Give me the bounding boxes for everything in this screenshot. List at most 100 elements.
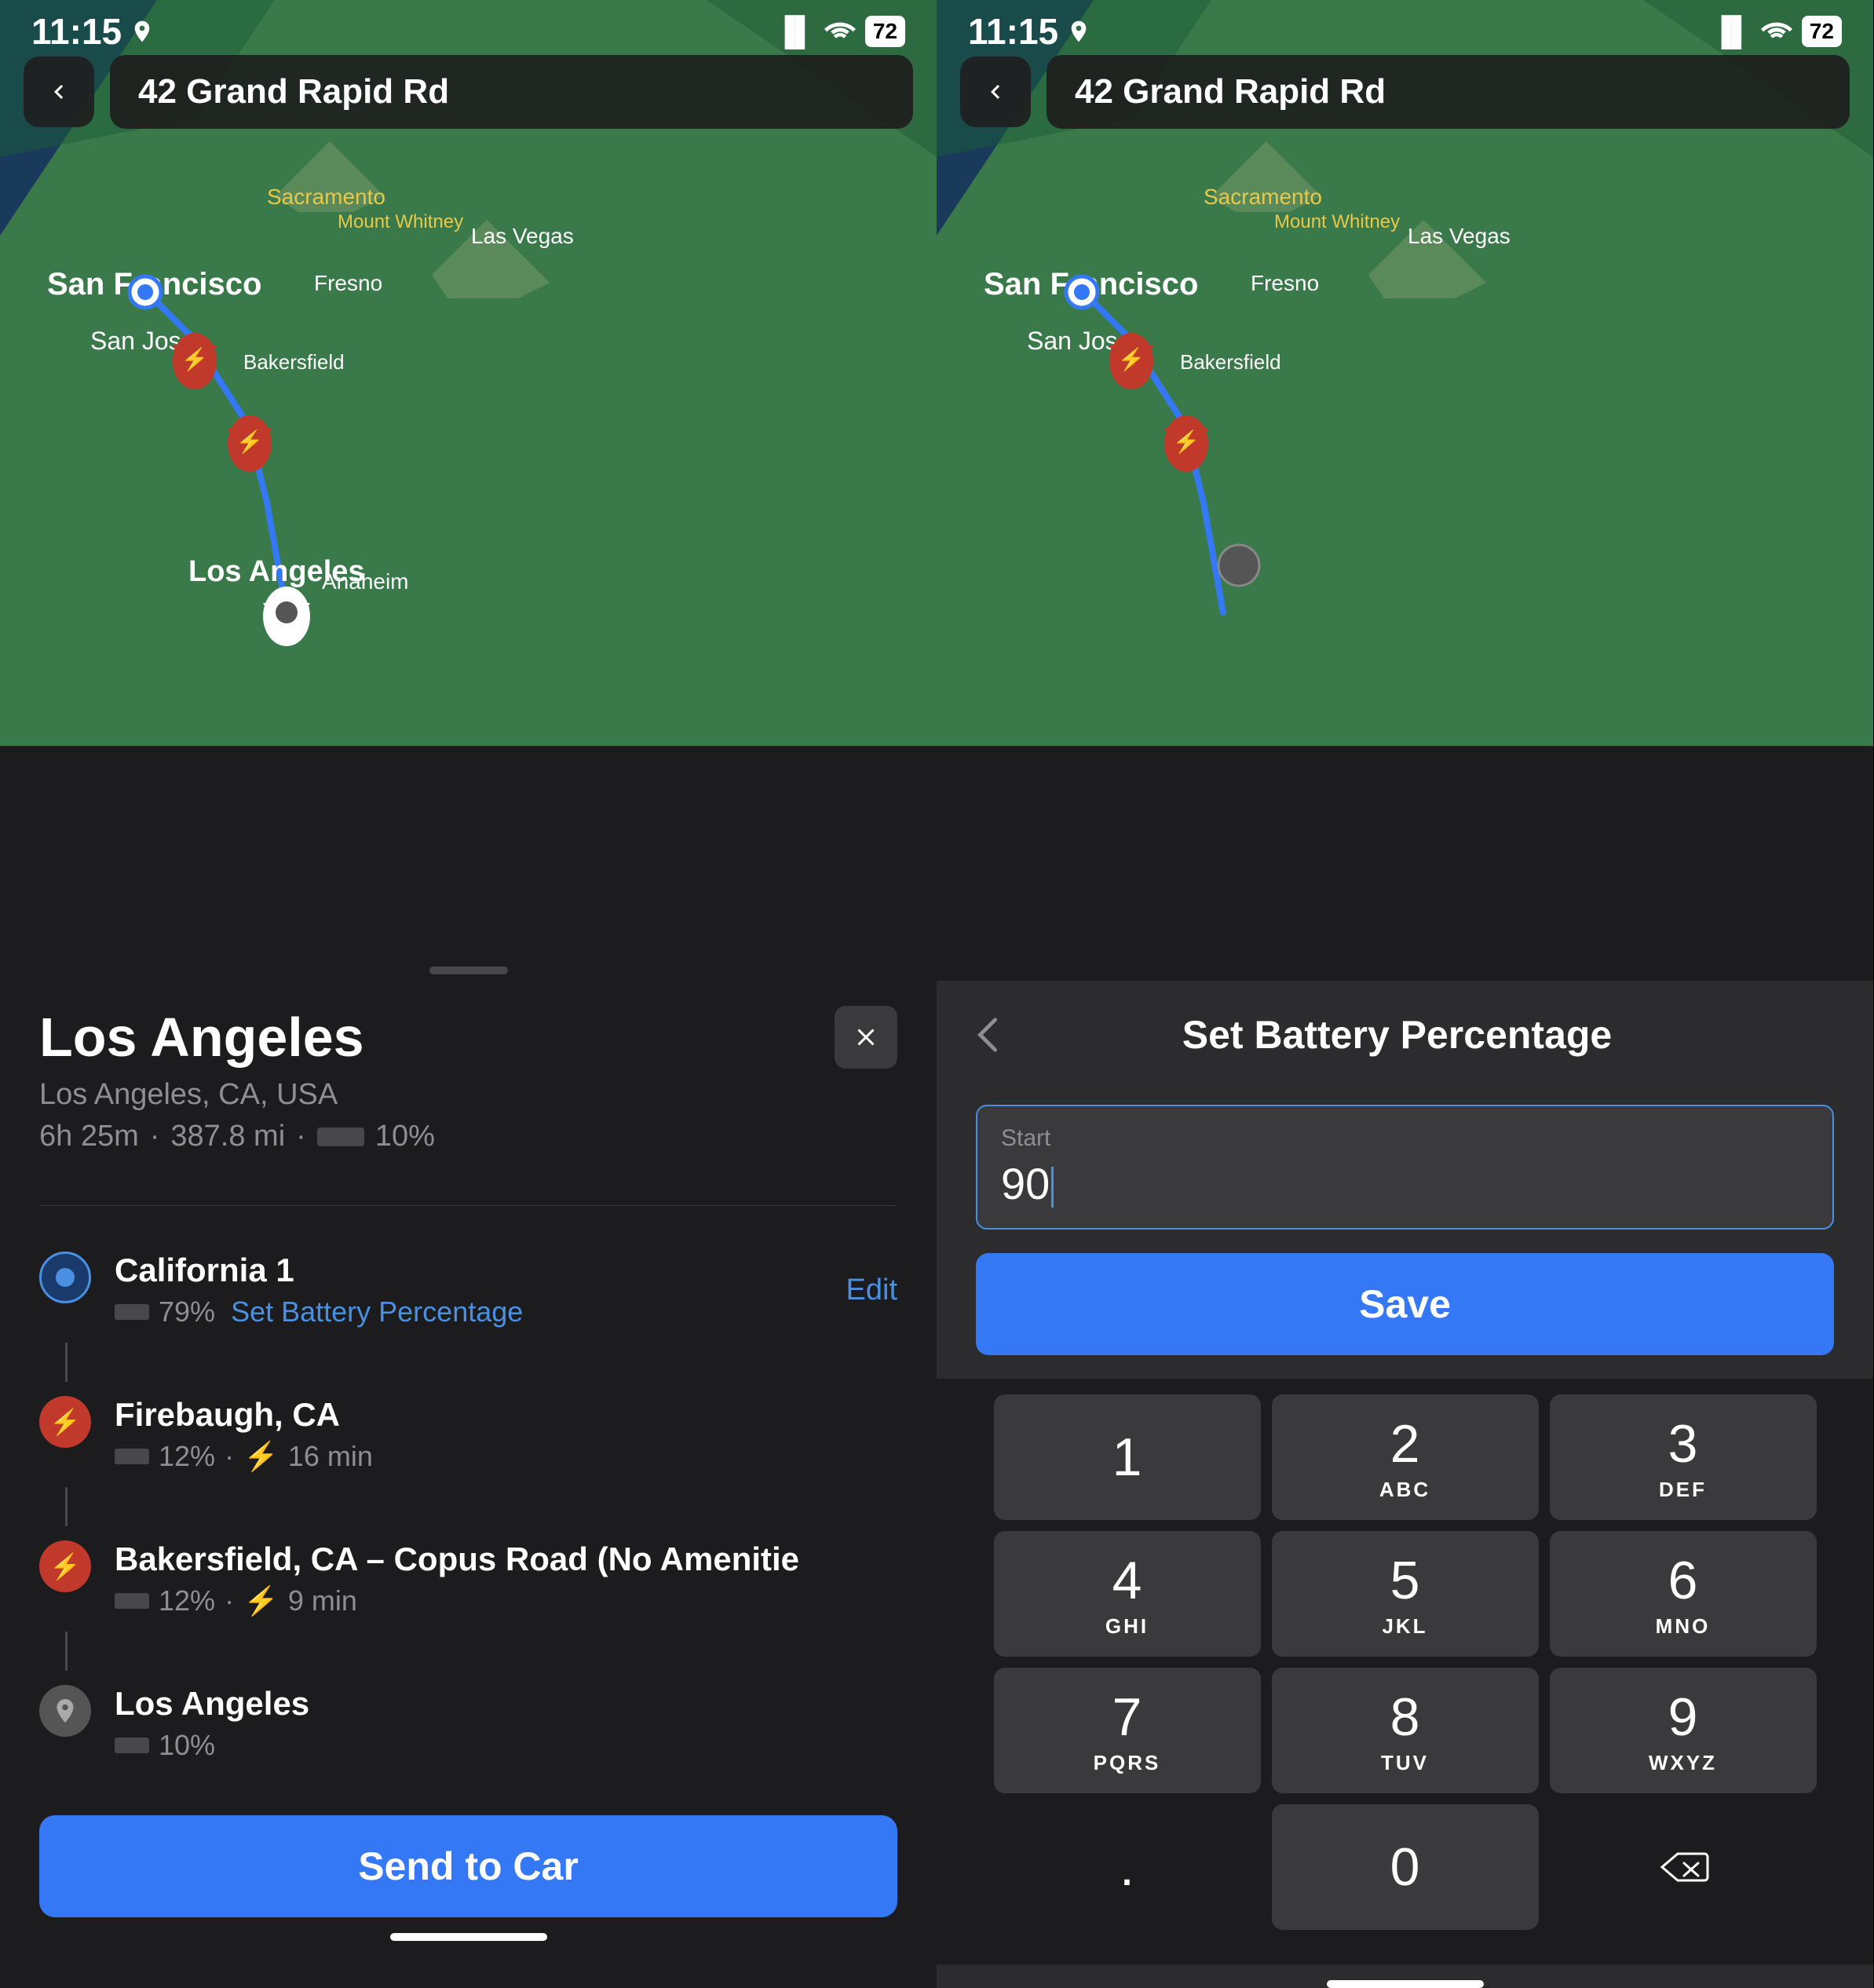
back-button-left[interactable] (24, 57, 94, 127)
key-4[interactable]: 4 GHI (994, 1531, 1261, 1657)
battery-input-label: Start (1001, 1125, 1809, 1152)
address-bar-right: 42 Grand Rapid Rd (1047, 55, 1850, 129)
battery-input-value: 90 (1001, 1158, 1809, 1209)
map-area: San Francisco San Jose Sacramento Fresno… (0, 0, 937, 746)
key-9[interactable]: 9 WXYZ (1550, 1668, 1817, 1793)
key-6[interactable]: 6 MNO (1550, 1531, 1817, 1657)
battery-bar-la (115, 1738, 149, 1753)
svg-text:⚡: ⚡ (236, 429, 264, 455)
route-item-firebaugh: ⚡ Firebaugh, CA 12% · ⚡ 16 min (39, 1374, 897, 1495)
status-time-left: 11:15 (31, 10, 155, 53)
svg-text:Fresno: Fresno (1251, 271, 1319, 295)
battery-bar-california (115, 1304, 149, 1320)
key-5[interactable]: 5 JKL (1272, 1531, 1539, 1657)
chevron-back-icon (976, 1016, 999, 1054)
close-icon (852, 1023, 880, 1051)
chevron-left-icon-left (45, 78, 73, 106)
close-button[interactable] (835, 1006, 897, 1069)
wifi-svg-right (1761, 17, 1792, 41)
key-1[interactable]: 1 (994, 1394, 1261, 1520)
svg-text:Bakersfield: Bakersfield (243, 350, 345, 374)
origin-dot-icon (51, 1263, 79, 1292)
svg-text:Bakersfield: Bakersfield (1180, 350, 1281, 374)
route-info-bakersfield: Bakersfield, CA – Copus Road (No Ameniti… (115, 1540, 897, 1617)
status-icons-left: ▐▌ 72 (775, 15, 905, 48)
time-right: 11:15 (968, 10, 1058, 53)
svg-text:Mount Whitney: Mount Whitney (1274, 211, 1400, 232)
text-cursor (1051, 1167, 1054, 1208)
battery-back-button[interactable] (976, 1016, 999, 1054)
key-delete[interactable] (1550, 1804, 1817, 1930)
route-info-firebaugh: Firebaugh, CA 12% · ⚡ 16 min (115, 1396, 897, 1473)
home-indicator-right (1327, 1980, 1484, 1988)
svg-text:Sacramento: Sacramento (1204, 185, 1322, 209)
route-info-california: California 1 79% Set Battery Percentage (115, 1252, 846, 1328)
key-dot[interactable]: . (994, 1804, 1261, 1930)
svg-text:Las Vegas: Las Vegas (1408, 224, 1511, 248)
status-time-right: 11:15 (968, 10, 1091, 53)
svg-text:⚡: ⚡ (1118, 346, 1145, 372)
svg-text:Las Vegas: Las Vegas (471, 224, 574, 248)
destination-subtitle: Los Angeles, CA, USA (39, 1078, 435, 1112)
key-0[interactable]: 0 (1272, 1804, 1539, 1930)
route-icon-bakersfield: ⚡ (39, 1540, 91, 1592)
set-battery-link[interactable]: Set Battery Percentage (231, 1295, 523, 1328)
back-button-right[interactable] (960, 57, 1031, 127)
route-icon-firebaugh: ⚡ (39, 1396, 91, 1448)
charger-icon-bakersfield: ⚡ (49, 1551, 81, 1581)
drag-handle-left[interactable] (429, 967, 508, 974)
svg-text:⚡: ⚡ (1173, 429, 1200, 455)
chevron-left-icon-right (981, 78, 1010, 106)
bottom-sheet-left: Los Angeles Los Angeles, CA, USA 6h 25m … (0, 948, 937, 1988)
route-detail-firebaugh: 12% · ⚡ 16 min (115, 1440, 897, 1473)
location-icon-right (1066, 19, 1091, 44)
battery-header: Set Battery Percentage (937, 981, 1873, 1081)
delete-icon (1656, 1847, 1711, 1887)
signal-icon-left: ▐▌ (775, 15, 815, 48)
route-name-firebaugh: Firebaugh, CA (115, 1396, 897, 1434)
key-2[interactable]: 2 ABC (1272, 1394, 1539, 1520)
route-detail-la: 10% (115, 1729, 897, 1762)
svg-text:Fresno: Fresno (314, 271, 382, 295)
wifi-icon-left (824, 15, 856, 48)
battery-bar-trip (317, 1127, 364, 1146)
key-8[interactable]: 8 TUV (1272, 1668, 1539, 1793)
send-to-car-button[interactable]: Send to Car (39, 1815, 897, 1917)
route-info-la: Los Angeles 10% (115, 1685, 897, 1762)
status-bar-left: 11:15 ▐▌ 72 (0, 0, 937, 63)
route-list: California 1 79% Set Battery Percentage … (39, 1230, 897, 1784)
battery-input-wrapper[interactable]: Start 90 (976, 1105, 1834, 1230)
trip-duration: 6h 25m (39, 1120, 139, 1153)
key-3[interactable]: 3 DEF (1550, 1394, 1817, 1520)
map-area-right: San Francisco San Jose Sacramento Fresno… (937, 0, 1873, 746)
battery-sheet: Set Battery Percentage Start 90 Save 1 2 (937, 981, 1873, 1988)
battery-badge-left: 72 (865, 16, 905, 47)
route-item-bakersfield: ⚡ Bakersfield, CA – Copus Road (No Ameni… (39, 1518, 897, 1639)
route-item-la: Los Angeles 10% (39, 1663, 897, 1784)
right-panel: San Francisco San Jose Sacramento Fresno… (937, 0, 1873, 1988)
status-icons-right: ▐▌ 72 (1711, 15, 1842, 48)
nav-bar-left: 42 Grand Rapid Rd (24, 55, 913, 129)
route-icon-origin (39, 1252, 91, 1303)
keypad-row-1: 1 2 ABC 3 DEF (944, 1394, 1865, 1520)
battery-title: Set Battery Percentage (999, 1012, 1795, 1058)
destination-title: Los Angeles (39, 1006, 435, 1069)
route-icon-la (39, 1685, 91, 1737)
route-detail-california: 79% Set Battery Percentage (115, 1295, 846, 1328)
route-detail-bakersfield: 12% · ⚡ 9 min (115, 1584, 897, 1617)
key-7[interactable]: 7 PQRS (994, 1668, 1261, 1793)
edit-button-california[interactable]: Edit (846, 1274, 897, 1307)
status-bar-right: 11:15 ▐▌ 72 (937, 0, 1873, 63)
save-button[interactable]: Save (976, 1253, 1834, 1355)
divider-top (39, 1205, 897, 1206)
route-name-california: California 1 (115, 1252, 846, 1289)
battery-value-text: 90 (1001, 1159, 1050, 1208)
charger-icon-firebaugh: ⚡ (49, 1407, 81, 1437)
route-item-california: California 1 79% Set Battery Percentage … (39, 1230, 897, 1350)
battery-bar-bakersfield (115, 1593, 149, 1609)
svg-text:Anaheim: Anaheim (322, 569, 409, 594)
keypad: 1 2 ABC 3 DEF 4 GHI 5 JKL (937, 1379, 1873, 1964)
home-indicator-left (390, 1933, 547, 1941)
keypad-row-2: 4 GHI 5 JKL 6 MNO (944, 1531, 1865, 1657)
trip-distance: 387.8 mi (170, 1120, 285, 1153)
